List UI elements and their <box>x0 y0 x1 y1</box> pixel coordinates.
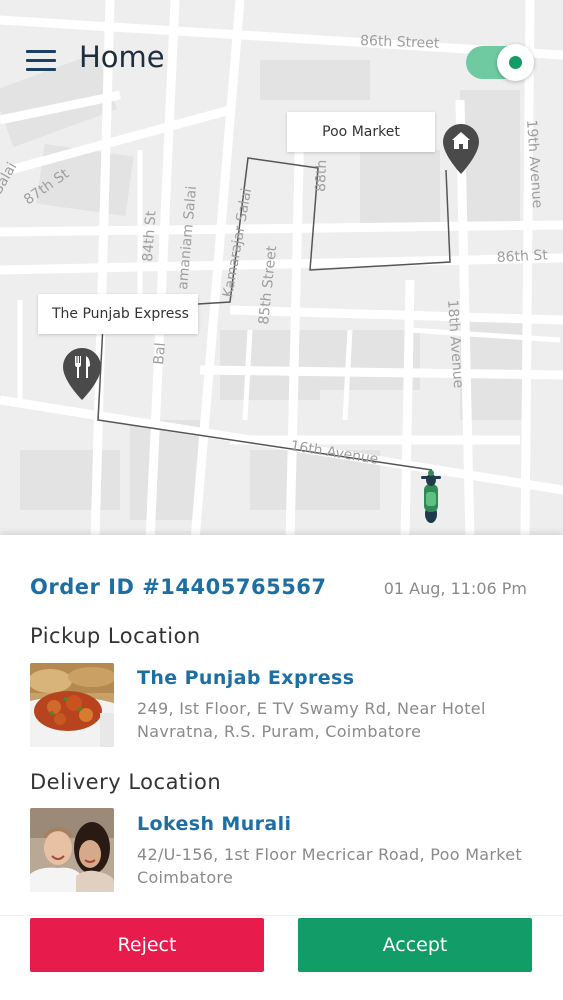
status-dot-icon <box>509 56 522 69</box>
delivery-address: 42/U-156, 1st Floor Mecricar Road, Poo M… <box>137 845 523 887</box>
restaurant-thumbnail <box>30 663 114 747</box>
online-status-toggle[interactable] <box>466 44 534 81</box>
street-label: 86th St <box>496 247 548 266</box>
drop-location-tag[interactable]: Poo Market <box>287 112 435 152</box>
order-request-card: Order ID #14405765567 01 Aug, 11:06 Pm P… <box>0 535 563 1000</box>
street-label: 88th <box>313 159 330 192</box>
delivery-scooter-icon <box>419 470 443 528</box>
divider <box>0 915 563 916</box>
customer-name[interactable]: Lokesh Murali <box>137 813 291 835</box>
restaurant-address: 249, Ist Floor, E TV Swamy Rd, Near Hote… <box>137 699 486 741</box>
accept-button[interactable]: Accept <box>298 918 532 972</box>
street-label: Bal <box>151 342 169 365</box>
home-pin-icon[interactable] <box>443 124 479 178</box>
pickup-location-tag[interactable]: The Punjab Express <box>38 294 198 334</box>
restaurant-pin-icon[interactable] <box>63 348 101 404</box>
reject-button[interactable]: Reject <box>30 918 264 972</box>
street-label: 84th St <box>140 210 160 263</box>
app-header: Home <box>0 0 563 110</box>
customer-avatar <box>30 808 114 892</box>
restaurant-name[interactable]: The Punjab Express <box>137 667 354 689</box>
page-title: Home <box>79 40 165 74</box>
hamburger-menu-icon[interactable] <box>26 50 56 72</box>
street-label: amaniam Salai <box>175 185 200 290</box>
pickup-section-title: Pickup Location <box>30 624 201 648</box>
toggle-knob <box>497 44 534 81</box>
order-id: Order ID #14405765567 <box>30 575 327 599</box>
delivery-section-title: Delivery Location <box>30 770 222 794</box>
order-timestamp: 01 Aug, 11:06 Pm <box>383 579 527 598</box>
